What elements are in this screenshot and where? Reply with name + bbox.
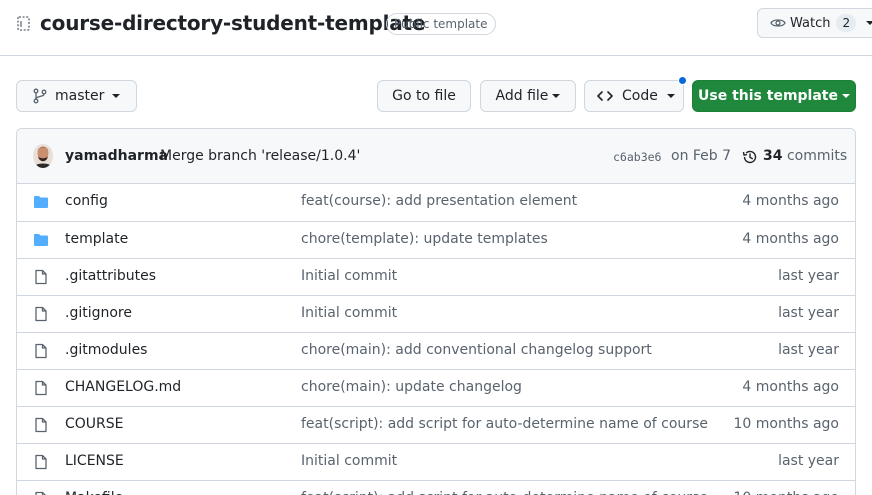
git-branch-icon [33, 88, 47, 104]
commit-sha[interactable]: c6ab3e6 [613, 150, 661, 164]
file-commit-message[interactable]: chore(main): update changelog [301, 379, 522, 395]
file-name[interactable]: Makefile [65, 490, 123, 495]
visibility-badge: Public template [386, 13, 496, 35]
file-commit-message[interactable]: chore(main): add conventional changelog … [301, 342, 652, 358]
file-row[interactable]: template chore(template): update template… [17, 221, 855, 258]
history-icon [742, 150, 757, 164]
branch-name: master [55, 88, 105, 104]
file-commit-age: 10 months ago [733, 416, 839, 432]
file-row[interactable]: .gitignore Initial commit last year [17, 295, 855, 332]
file-name[interactable]: LICENSE [65, 453, 124, 469]
repo-title[interactable]: course-directory-student-template [40, 11, 425, 35]
file-row[interactable]: CHANGELOG.md chore(main): update changelo… [17, 369, 855, 406]
go-to-file-button[interactable]: Go to file [377, 80, 471, 112]
chevron-down-icon [666, 94, 675, 98]
use-template-label: Use this template [698, 88, 838, 104]
file-name[interactable]: config [65, 193, 108, 209]
use-template-button[interactable]: Use this template [692, 80, 856, 112]
file-row[interactable]: Makefile feat(script): add script for aut… [17, 480, 855, 495]
file-icon [35, 306, 47, 322]
code-label: Code [622, 88, 658, 104]
file-icon [35, 269, 47, 285]
commits-link[interactable]: 34 commits [763, 148, 847, 164]
code-button[interactable]: Code [584, 80, 684, 112]
commit-date: on Feb 7 [671, 148, 732, 164]
file-commit-age: last year [778, 342, 839, 358]
branch-select-button[interactable]: master [16, 80, 137, 112]
file-commit-age: last year [778, 268, 839, 284]
file-commit-message[interactable]: feat(script): add script for auto-determ… [301, 416, 708, 432]
commit-count: 34 [763, 148, 783, 164]
add-file-label: Add file [495, 88, 549, 104]
avatar[interactable] [33, 144, 53, 168]
eye-icon [770, 19, 786, 27]
chevron-down-icon [841, 94, 850, 98]
file-row[interactable]: config feat(course): add presentation ele… [17, 184, 855, 221]
file-commit-age: 4 months ago [742, 379, 839, 395]
file-name[interactable]: template [65, 231, 128, 247]
repo-template-icon [17, 16, 30, 31]
commit-author[interactable]: yamadharma [65, 148, 168, 164]
chevron-down-icon [552, 94, 561, 98]
watch-count: 2 [836, 14, 857, 32]
commit-count-label: commits [786, 148, 848, 164]
file-commit-message[interactable]: feat(course): add presentation element [301, 193, 577, 209]
file-name[interactable]: .gitmodules [65, 342, 147, 358]
file-commit-message[interactable]: Initial commit [301, 453, 397, 469]
add-file-button[interactable]: Add file [480, 80, 576, 112]
commit-message[interactable]: Merge branch 'release/1.0.4' [160, 148, 360, 164]
file-icon [35, 417, 47, 433]
code-icon [597, 91, 613, 101]
file-browser: yamadharma Merge branch 'release/1.0.4' … [16, 128, 856, 495]
folder-icon [34, 234, 48, 246]
watch-button[interactable]: Watch 2 [757, 8, 872, 38]
file-icon [35, 343, 47, 359]
file-commit-age: 4 months ago [742, 193, 839, 209]
folder-icon [34, 196, 48, 208]
file-commit-age: 10 months ago [734, 490, 839, 495]
file-name[interactable]: .gitattributes [65, 268, 156, 284]
file-row[interactable]: LICENSE Initial commit last year [17, 443, 855, 480]
file-commit-message[interactable]: Initial commit [301, 268, 397, 284]
file-name[interactable]: COURSE [65, 416, 124, 432]
notification-dot [678, 76, 687, 85]
file-commit-message[interactable]: feat(script): add script for auto-determ… [301, 490, 708, 495]
file-icon [35, 380, 47, 396]
file-commit-age: last year [778, 305, 839, 321]
file-commit-message[interactable]: Initial commit [301, 305, 397, 321]
file-name[interactable]: .gitignore [65, 305, 132, 321]
chevron-down-icon [866, 21, 872, 25]
file-row[interactable]: COURSE feat(script): add script for auto-… [17, 406, 855, 443]
file-commit-age: last year [778, 453, 839, 469]
watch-label: Watch [790, 15, 831, 31]
file-icon [35, 491, 46, 495]
file-commit-age: 4 months ago [742, 231, 839, 247]
file-row[interactable]: .gitmodules chore(main): add conventional… [17, 332, 855, 369]
latest-commit-bar: yamadharma Merge branch 'release/1.0.4' … [17, 129, 855, 184]
file-commit-message[interactable]: chore(template): update templates [301, 231, 548, 247]
repo-header: course-directory-student-template Public… [0, 0, 872, 56]
file-name[interactable]: CHANGELOG.md [65, 379, 181, 395]
file-icon [35, 454, 47, 470]
file-row[interactable]: .gitattributes Initial commit last year [17, 258, 855, 295]
chevron-down-icon [112, 94, 121, 98]
